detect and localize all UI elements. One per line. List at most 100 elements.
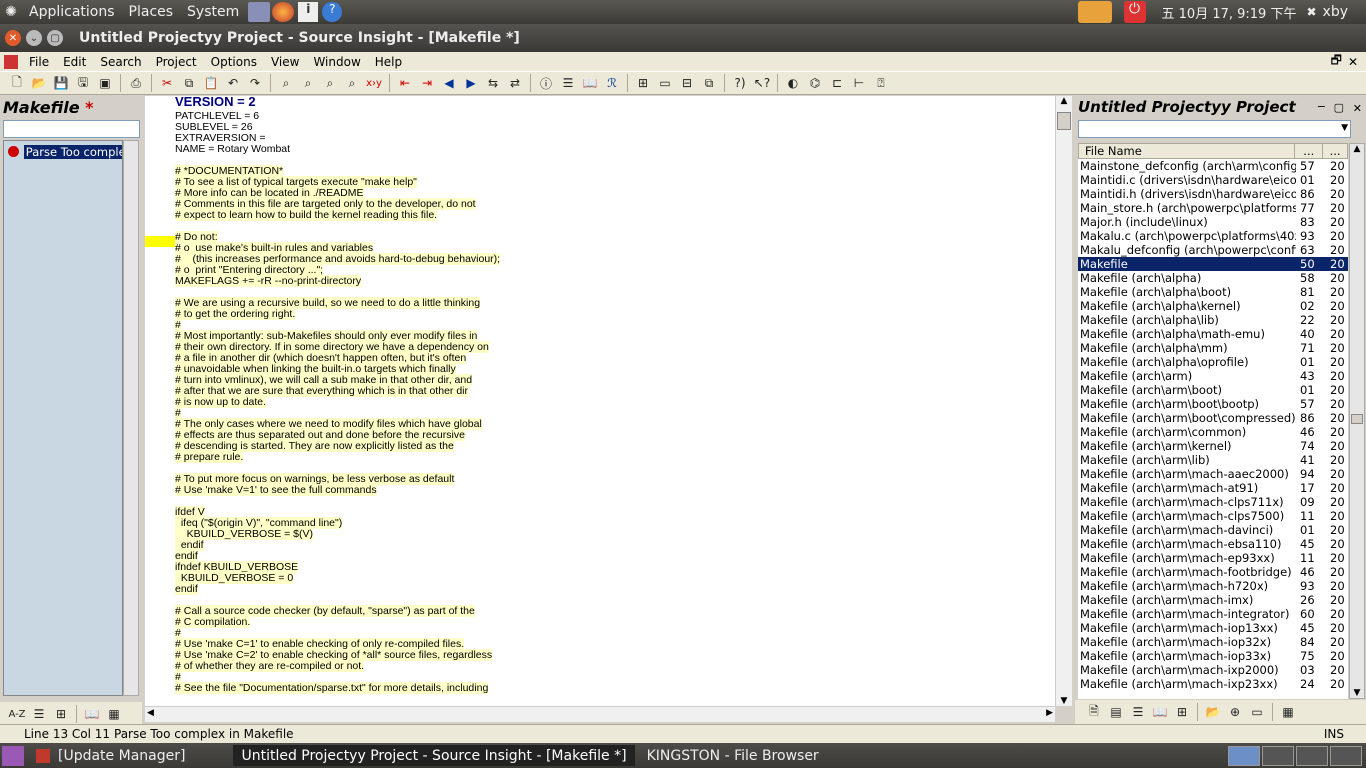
- file-row[interactable]: Makalu.c (arch\powerpc\platforms\40x) 93 2…: [1078, 229, 1348, 243]
- code-line[interactable]: [175, 496, 500, 507]
- settings-icon[interactable]: ▦: [103, 704, 125, 724]
- find-icon[interactable]: ⌕: [275, 73, 297, 93]
- scroll-right-arrow[interactable]: ▶: [1046, 708, 1053, 718]
- file-row[interactable]: Makefile (arch\arm\mach-ixp2000) 03 20: [1078, 663, 1348, 677]
- code-line[interactable]: # is now up to date.: [175, 396, 500, 408]
- file-row[interactable]: Makefile (arch\arm\boot\bootp) 57 20: [1078, 397, 1348, 411]
- ubuntu-logo-icon[interactable]: ✺: [0, 4, 22, 20]
- about-icon[interactable]: ⍰: [870, 73, 892, 93]
- menu-window[interactable]: Window: [306, 55, 367, 69]
- file-row[interactable]: Makefile (arch\arm\kernel) 74 20: [1078, 439, 1348, 453]
- power-icon[interactable]: ⏻: [1123, 1, 1146, 23]
- file-row[interactable]: Makefile (arch\alpha\kernel) 02 20: [1078, 299, 1348, 313]
- editor-horizontal-scrollbar[interactable]: ◀ ▶: [145, 706, 1055, 722]
- user-name[interactable]: xby: [1323, 4, 1348, 20]
- file-row[interactable]: Makefile (arch\alpha) 58 20: [1078, 271, 1348, 285]
- file-row[interactable]: Mainstone_defconfig (arch\arm\configs) 57…: [1078, 159, 1348, 173]
- file-row[interactable]: Makefile (arch\arm\mach-davinci) 01 20: [1078, 523, 1348, 537]
- file-row[interactable]: Makefile (arch\arm\mach-integrator) 60 20: [1078, 607, 1348, 621]
- relation-icon[interactable]: ℛ: [601, 73, 623, 93]
- menu-help[interactable]: Help: [368, 55, 409, 69]
- code-line[interactable]: # Use 'make V=1' to see the full command…: [175, 484, 500, 496]
- file-row[interactable]: Makefile (arch\arm\boot) 01 20: [1078, 383, 1348, 397]
- menu-places[interactable]: Places: [122, 4, 181, 20]
- tree-icon[interactable]: ⌬: [804, 73, 826, 93]
- go-forward-icon[interactable]: ▶: [460, 73, 482, 93]
- scroll-up-arrow[interactable]: ▲: [1056, 96, 1072, 110]
- jump-icon[interactable]: ⇆: [482, 73, 504, 93]
- copy-icon[interactable]: ⧉: [178, 73, 200, 93]
- mdi-close-icon[interactable]: ✕: [1348, 55, 1358, 69]
- menu-project[interactable]: Project: [149, 55, 204, 69]
- file-list-scrollbar[interactable]: ▲ ▼: [1349, 143, 1365, 699]
- app-icon[interactable]: [4, 54, 18, 69]
- open-folder-icon[interactable]: 📂: [1202, 702, 1224, 722]
- scroll-down-arrow[interactable]: ▼: [1056, 696, 1072, 706]
- open-file-icon[interactable]: 📂: [28, 73, 50, 93]
- dropdown-arrow-icon[interactable]: ▼: [1341, 123, 1348, 133]
- list-view-icon[interactable]: ☰: [28, 704, 50, 724]
- scroll-thumb[interactable]: [1057, 112, 1071, 130]
- system-monitor-icon[interactable]: [248, 2, 271, 22]
- file-row[interactable]: Makefile (arch\arm\mach-imx) 26 20: [1078, 593, 1348, 607]
- scroll-down-arrow[interactable]: ▼: [1350, 688, 1364, 698]
- code-line[interactable]: [175, 221, 500, 232]
- layout-cascade-icon[interactable]: ⧉: [698, 73, 720, 93]
- jump-back-icon[interactable]: ⇄: [504, 73, 526, 93]
- symbol-info-icon[interactable]: ⓘ: [535, 73, 557, 93]
- file-row[interactable]: Makefile (arch\arm\mach-clps711x) 09 20: [1078, 495, 1348, 509]
- file-row[interactable]: Major.h (include\linux) 83 20: [1078, 215, 1348, 229]
- window-titlebar[interactable]: ✕ ⌄ ▢ Untitled Projectyy Project - Sourc…: [0, 24, 1366, 52]
- project-close-icon[interactable]: ✕: [1353, 102, 1362, 115]
- menu-view[interactable]: View: [264, 55, 306, 69]
- file-row[interactable]: Makefile (arch\alpha\lib) 22 20: [1078, 313, 1348, 327]
- menu-file[interactable]: File: [22, 55, 56, 69]
- file-row[interactable]: Makefile (arch\arm\boot\compressed) 86 20: [1078, 411, 1348, 425]
- code-line[interactable]: VERSION = 2: [175, 96, 500, 111]
- print-icon[interactable]: ⎙: [125, 73, 147, 93]
- syntax-icon[interactable]: ?): [729, 73, 751, 93]
- symbol-view-icon[interactable]: ☰: [1127, 702, 1149, 722]
- file-row[interactable]: Makefile (arch\arm\mach-footbridge) 46 20: [1078, 565, 1348, 579]
- file-row[interactable]: Makefile (arch\arm\mach-ep93xx) 11 20: [1078, 551, 1348, 565]
- find-next-icon[interactable]: ⌕: [297, 73, 319, 93]
- workspace-3[interactable]: [1296, 745, 1328, 766]
- code-line[interactable]: # to get the ordering right.: [175, 308, 500, 320]
- file-list-icon[interactable]: 🗎: [1083, 702, 1105, 722]
- hierarchy-icon[interactable]: ⊢: [848, 73, 870, 93]
- save-as-icon[interactable]: ▣: [94, 73, 116, 93]
- book-icon[interactable]: 📖: [1149, 702, 1171, 722]
- editor-vertical-scrollbar[interactable]: ▲ ▼: [1055, 96, 1072, 706]
- code-text[interactable]: VERSION = 2 PATCHLEVEL = 6 SUBLEVEL = 26 EX…: [175, 96, 501, 694]
- info-icon[interactable]: i: [298, 2, 319, 22]
- find-prev-icon[interactable]: ⌕: [319, 73, 341, 93]
- outline-icon[interactable]: ⊏: [826, 73, 848, 93]
- symbol-list-icon[interactable]: ▤: [1105, 702, 1127, 722]
- new-file-icon[interactable]: 🗋: [6, 73, 28, 93]
- file-row[interactable]: Makefile (arch\arm\mach-ebsa110) 45 20: [1078, 537, 1348, 551]
- menu-edit[interactable]: Edit: [56, 55, 93, 69]
- scroll-left-arrow[interactable]: ◀: [147, 708, 154, 718]
- show-desktop-icon[interactable]: [2, 745, 24, 766]
- list-item[interactable]: Parse Too comple: [4, 144, 122, 159]
- layout-grid-icon[interactable]: ⊞: [632, 73, 654, 93]
- menu-system[interactable]: System: [180, 4, 246, 20]
- task-source-insight[interactable]: Untitled Projectyy Project - Source Insi…: [233, 745, 635, 766]
- column-3[interactable]: ...: [1323, 144, 1347, 158]
- file-row[interactable]: Makefile (arch\alpha\math-emu) 40 20: [1078, 327, 1348, 341]
- file-row[interactable]: Makefile (arch\arm\lib) 41 20: [1078, 453, 1348, 467]
- task-file-browser[interactable]: KINGSTON - File Browser: [639, 745, 827, 766]
- cut-icon[interactable]: ✂: [156, 73, 178, 93]
- column-file-name[interactable]: File Name: [1079, 144, 1296, 158]
- file-row[interactable]: Makefile (arch\alpha\boot) 81 20: [1078, 285, 1348, 299]
- column-2[interactable]: ...: [1295, 144, 1324, 158]
- symbol-list-scrollbar[interactable]: [123, 140, 139, 696]
- file-row[interactable]: Makefile (arch\alpha\mm) 71 20: [1078, 341, 1348, 355]
- book-icon[interactable]: 📖: [81, 704, 103, 724]
- symbol-filter-input[interactable]: [3, 120, 140, 138]
- file-row[interactable]: Makefile 50 20: [1078, 257, 1348, 271]
- go-back-icon[interactable]: ◀: [438, 73, 460, 93]
- save-icon[interactable]: 💾: [50, 73, 72, 93]
- settings-icon[interactable]: ▦: [1277, 702, 1299, 722]
- file-row[interactable]: Makefile (arch\arm\mach-iop33x) 75 20: [1078, 649, 1348, 663]
